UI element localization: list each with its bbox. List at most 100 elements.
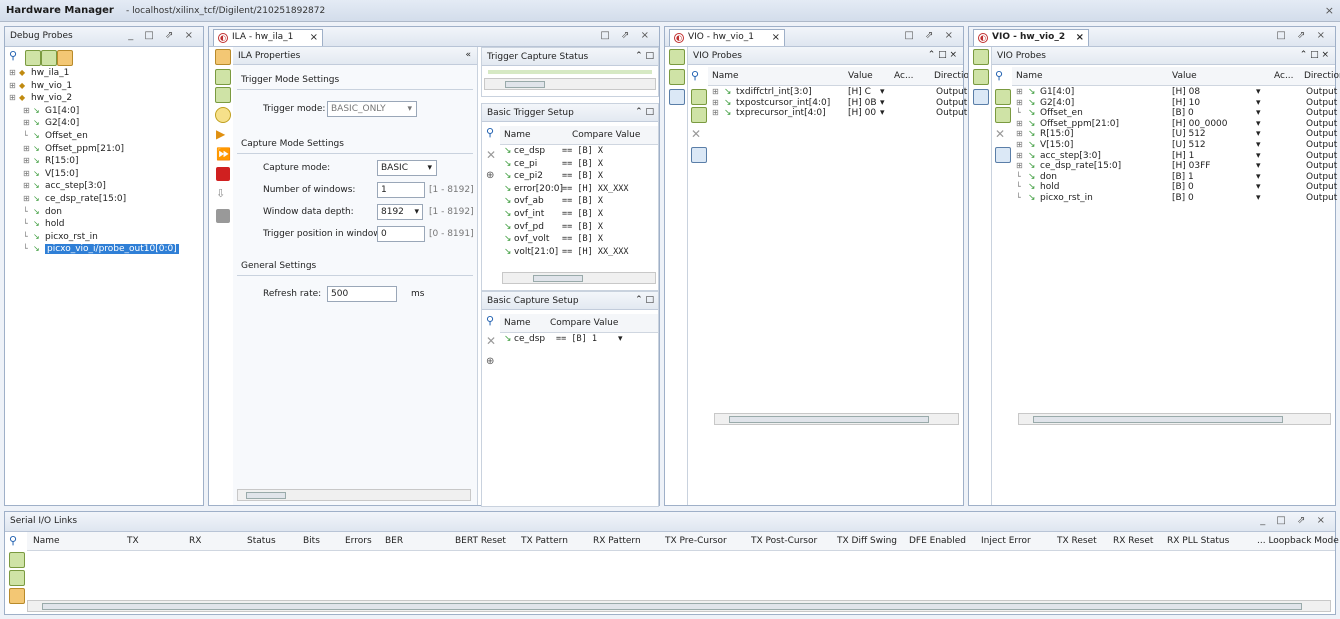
chevron-down-icon[interactable]: ▾ bbox=[1256, 129, 1261, 139]
tree-item[interactable]: ⊞ ↘ Offset_ppm[21:0] bbox=[23, 143, 124, 155]
chevron-down-icon[interactable]: ▾ bbox=[618, 334, 623, 344]
vio2-hscroll[interactable] bbox=[1018, 413, 1331, 425]
tab-close-icon[interactable]: × bbox=[1076, 32, 1084, 43]
add-probe-icon[interactable] bbox=[973, 89, 989, 105]
panel-controls-icon[interactable]: ⌃ □ bbox=[635, 51, 654, 61]
tab-vio-hw-vio-1[interactable]: ◐ VIO - hw_vio_1 × bbox=[669, 29, 785, 46]
probe-value[interactable]: [B] 0 bbox=[1172, 193, 1194, 203]
filter-icon[interactable] bbox=[57, 50, 73, 66]
tree-expander-icon[interactable]: ⊞ bbox=[9, 80, 19, 92]
ila-properties-hscroll[interactable] bbox=[237, 489, 471, 501]
probe-value[interactable]: [B] 0 bbox=[1172, 108, 1194, 118]
refresh-rate-input[interactable]: 500 bbox=[327, 286, 397, 302]
collapse-panel-icon[interactable]: « bbox=[465, 50, 471, 60]
compare-value[interactable]: == [B] X bbox=[562, 234, 603, 244]
properties-icon[interactable] bbox=[215, 49, 231, 65]
column-header[interactable]: RX PLL Status bbox=[1167, 536, 1229, 546]
column-header[interactable]: TX Pattern bbox=[521, 536, 568, 546]
search-icon[interactable]: ⚲ bbox=[486, 126, 500, 140]
tree-item[interactable]: ⊞ ◆ hw_vio_1 bbox=[9, 80, 72, 92]
chevron-down-icon[interactable]: ▾ bbox=[1256, 182, 1261, 192]
collapse-all-icon[interactable] bbox=[25, 50, 41, 66]
chevron-down-icon[interactable]: ▾ bbox=[1256, 140, 1261, 150]
table-row[interactable]: ↘ ovf_volt == [B] X bbox=[500, 234, 658, 246]
table-row[interactable]: ↘ error[20:0] == [H] XX_XXX bbox=[500, 184, 658, 196]
tree-expander-icon[interactable]: ⊞ bbox=[23, 105, 33, 117]
tree-item[interactable]: └ ↘ don bbox=[23, 206, 62, 218]
tree-expander-icon[interactable]: ⊞ bbox=[1016, 129, 1023, 138]
tree-expander-icon[interactable]: ⊞ bbox=[1016, 140, 1023, 149]
search-icon[interactable]: ⚲ bbox=[691, 69, 705, 83]
table-row[interactable]: └ ↘ picxo_rst_in [B] 0 ▾ Output bbox=[1012, 193, 1337, 205]
column-header[interactable]: Status bbox=[247, 536, 276, 546]
depth-select[interactable]: 8192 ▾ bbox=[377, 204, 423, 220]
tree-item[interactable]: ⊞ ↘ G2[4:0] bbox=[23, 117, 79, 129]
search-icon[interactable]: ⚲ bbox=[9, 534, 23, 548]
probe-value[interactable]: [H] 1 bbox=[1172, 151, 1194, 161]
chevron-down-icon[interactable]: ▾ bbox=[880, 98, 885, 108]
add-probe-icon[interactable]: ⊕ bbox=[486, 170, 500, 184]
expand-all-icon[interactable] bbox=[41, 50, 57, 66]
tab-close-icon[interactable]: × bbox=[772, 32, 780, 43]
compare-value[interactable]: == [B] X bbox=[562, 146, 603, 156]
column-header[interactable]: BERT Reset bbox=[455, 536, 506, 546]
table-row[interactable]: ↘ ce_pi2 == [B] X bbox=[500, 171, 658, 183]
remove-icon[interactable]: ✕ bbox=[995, 127, 1009, 141]
column-header[interactable]: RX Pattern bbox=[593, 536, 641, 546]
tree-expander-icon[interactable]: ⊞ bbox=[23, 193, 33, 205]
table-row[interactable]: ↘ ce_dsp == [B] X bbox=[500, 146, 658, 158]
probe-value[interactable]: [H] C bbox=[848, 87, 871, 97]
status-hscroll[interactable] bbox=[484, 78, 656, 90]
search-icon[interactable]: ⚲ bbox=[995, 69, 1009, 83]
panel-controls-icon[interactable]: ⌃ □ bbox=[635, 107, 654, 117]
tree-expander-icon[interactable]: ⊞ bbox=[1016, 161, 1023, 170]
run-immediate-icon[interactable]: ⏩ bbox=[216, 147, 231, 161]
probe-value[interactable]: [H] 00 bbox=[848, 108, 876, 118]
table-row[interactable]: ↘ ovf_pd == [B] X bbox=[500, 222, 658, 234]
probe-value[interactable]: [B] 1 bbox=[1172, 172, 1194, 182]
serial-io-window-controls[interactable]: _ □ ⇗ × bbox=[1260, 515, 1329, 526]
debug-probes-window-controls[interactable]: _ □ ⇗ × bbox=[128, 30, 197, 41]
column-header[interactable]: BER bbox=[385, 536, 403, 546]
tree-expander-icon[interactable]: ⊞ bbox=[23, 155, 33, 167]
tree-expander-icon[interactable]: ⊞ bbox=[712, 98, 719, 107]
collapse-icon[interactable] bbox=[691, 89, 707, 105]
trigger-hscroll[interactable] bbox=[502, 272, 656, 284]
remove-icon[interactable]: ✕ bbox=[486, 334, 500, 348]
tree-expander-icon[interactable]: ⊞ bbox=[1016, 87, 1023, 96]
tree-expander-icon[interactable]: ⊞ bbox=[1016, 119, 1023, 128]
chevron-down-icon[interactable]: ▾ bbox=[1256, 151, 1261, 161]
expand-icon[interactable] bbox=[995, 107, 1011, 123]
tree-expander-icon[interactable]: ⊞ bbox=[9, 92, 19, 104]
tree-expander-icon[interactable]: ⊞ bbox=[23, 180, 33, 192]
collapse-icon[interactable] bbox=[973, 49, 989, 65]
tree-item[interactable]: └ ↘ hold bbox=[23, 218, 64, 230]
panel-controls-icon[interactable]: ⌃ □ bbox=[635, 295, 654, 305]
run-trigger-icon[interactable]: ▶ bbox=[216, 127, 230, 141]
settings-icon[interactable] bbox=[216, 209, 230, 223]
capture-mode-select[interactable]: BASIC ▾ bbox=[377, 160, 437, 176]
tree-expander-icon[interactable]: ⊞ bbox=[1016, 98, 1023, 107]
probe-value[interactable]: [B] 0 bbox=[1172, 182, 1194, 192]
tree-item[interactable]: ⊞ ↘ R[15:0] bbox=[23, 155, 79, 167]
chevron-down-icon[interactable]: ▾ bbox=[1256, 98, 1261, 108]
table-row[interactable]: ↘ ce_dsp == [B] 1 ▾ bbox=[500, 334, 658, 346]
vio1-hscroll[interactable] bbox=[714, 413, 959, 425]
chevron-down-icon[interactable]: ▾ bbox=[1256, 172, 1261, 182]
probe-value[interactable]: [H] 03FF bbox=[1172, 161, 1210, 171]
collapse-icon[interactable] bbox=[995, 89, 1011, 105]
tree-item[interactable]: └ ↘ picxo_vio_i/probe_out10[0:0] bbox=[23, 243, 179, 255]
tree-item[interactable]: └ ↘ picxo_rst_in bbox=[23, 231, 98, 243]
tree-item[interactable]: ⊞ ◆ hw_ila_1 bbox=[9, 67, 69, 79]
column-header[interactable]: TX bbox=[127, 536, 139, 546]
vio1-window-controls[interactable]: □ ⇗ × bbox=[904, 30, 957, 41]
column-header[interactable]: TX Post-Cursor bbox=[751, 536, 817, 546]
table-row[interactable]: ↘ ce_pi == [B] X bbox=[500, 159, 658, 171]
table-row[interactable]: ↘ ovf_ab == [B] X bbox=[500, 196, 658, 208]
filter-icon[interactable] bbox=[9, 588, 25, 604]
compare-value[interactable]: == [B] X bbox=[562, 171, 603, 181]
chevron-down-icon[interactable]: ▾ bbox=[880, 87, 885, 97]
compare-value[interactable]: == [B] X bbox=[562, 196, 603, 206]
column-header[interactable]: ... Loopback Mode bbox=[1257, 536, 1339, 546]
table-row[interactable]: ↘ volt[21:0] == [H] XX_XXX bbox=[500, 247, 658, 259]
